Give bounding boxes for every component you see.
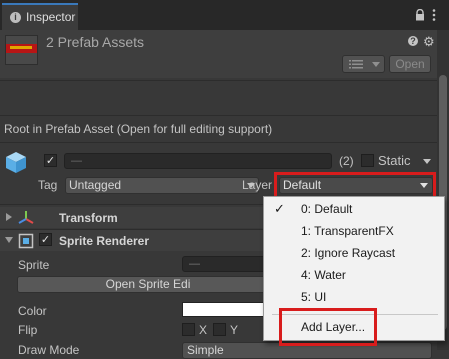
list-options-dropdown[interactable] — [342, 55, 385, 73]
component-title: Transform — [59, 211, 118, 225]
info-icon: i — [10, 12, 21, 23]
active-checkbox[interactable]: ✓ — [44, 154, 57, 167]
layer-menu-item-default[interactable]: ✓ 0: Default — [264, 199, 444, 219]
open-button[interactable]: Open — [389, 55, 431, 73]
flip-x-label: X — [199, 323, 208, 337]
foldout-arrow-icon[interactable] — [5, 237, 13, 243]
menu-item-label: 4: Water — [301, 268, 346, 282]
menu-item-label: 2: Ignore Raycast — [301, 246, 396, 260]
tag-dropdown[interactable]: Untagged — [65, 177, 259, 194]
list-icon — [349, 60, 363, 69]
flip-label: Flip — [18, 323, 38, 337]
tag-label: Tag — [38, 178, 58, 192]
gameobject-cube-icon — [6, 152, 26, 173]
flip-x-checkbox[interactable] — [182, 323, 195, 336]
flip-y-checkbox[interactable] — [213, 323, 226, 336]
menu-item-label: 5: UI — [301, 290, 327, 304]
tab-inspector[interactable]: i Inspector — [2, 3, 78, 30]
header-title: 2 Prefab Assets — [46, 34, 145, 50]
check-icon: ✓ — [274, 201, 285, 216]
layer-menu-item-ui[interactable]: 5: UI — [264, 287, 444, 307]
color-label: Color — [18, 304, 47, 318]
flip-y-label: Y — [230, 323, 239, 337]
layer-label: Layer — [242, 178, 273, 192]
layer-dropdown-highlight — [274, 172, 436, 199]
divider — [0, 80, 449, 81]
sprite-renderer-icon — [18, 233, 34, 249]
component-title: Sprite Renderer — [59, 234, 150, 248]
sprite-label: Sprite — [18, 258, 50, 272]
chevron-down-icon — [372, 62, 380, 67]
divider — [0, 115, 449, 116]
lock-icon[interactable] — [415, 9, 425, 21]
open-sprite-editor-button[interactable]: Open Sprite Edi — [17, 276, 279, 293]
sprite-field[interactable]: — — [182, 256, 272, 272]
foldout-arrow-icon[interactable] — [6, 213, 12, 221]
settings-icon[interactable]: ⚙ — [423, 34, 435, 50]
static-label: Static — [378, 153, 411, 168]
static-dropdown-icon[interactable] — [423, 159, 431, 164]
draw-mode-label: Draw Mode — [18, 343, 80, 357]
layer-menu-item-ignore-raycast[interactable]: 2: Ignore Raycast — [264, 243, 444, 263]
divider — [0, 142, 449, 143]
name-field[interactable]: — — [64, 153, 332, 169]
help-icon[interactable]: ? — [408, 36, 418, 46]
menu-item-label: 0: Default — [301, 202, 353, 216]
tab-label: Inspector — [26, 10, 76, 24]
layer-menu-item-water[interactable]: 4: Water — [264, 265, 444, 285]
static-checkbox[interactable] — [361, 154, 374, 167]
thumbnail-detail — [10, 46, 32, 49]
transform-icon — [18, 211, 34, 224]
add-layer-highlight — [279, 308, 377, 346]
menu-item-label: 1: TransparentFX — [301, 224, 394, 238]
object-count: (2) — [339, 154, 354, 168]
sprite-renderer-enabled-checkbox[interactable]: ✓ — [39, 233, 52, 246]
layer-menu-item-transparentfx[interactable]: 1: TransparentFX — [264, 221, 444, 241]
color-field[interactable] — [182, 302, 274, 317]
more-menu-icon[interactable] — [432, 9, 436, 21]
root-prefab-message: Root in Prefab Asset (Open for full edit… — [4, 122, 273, 136]
